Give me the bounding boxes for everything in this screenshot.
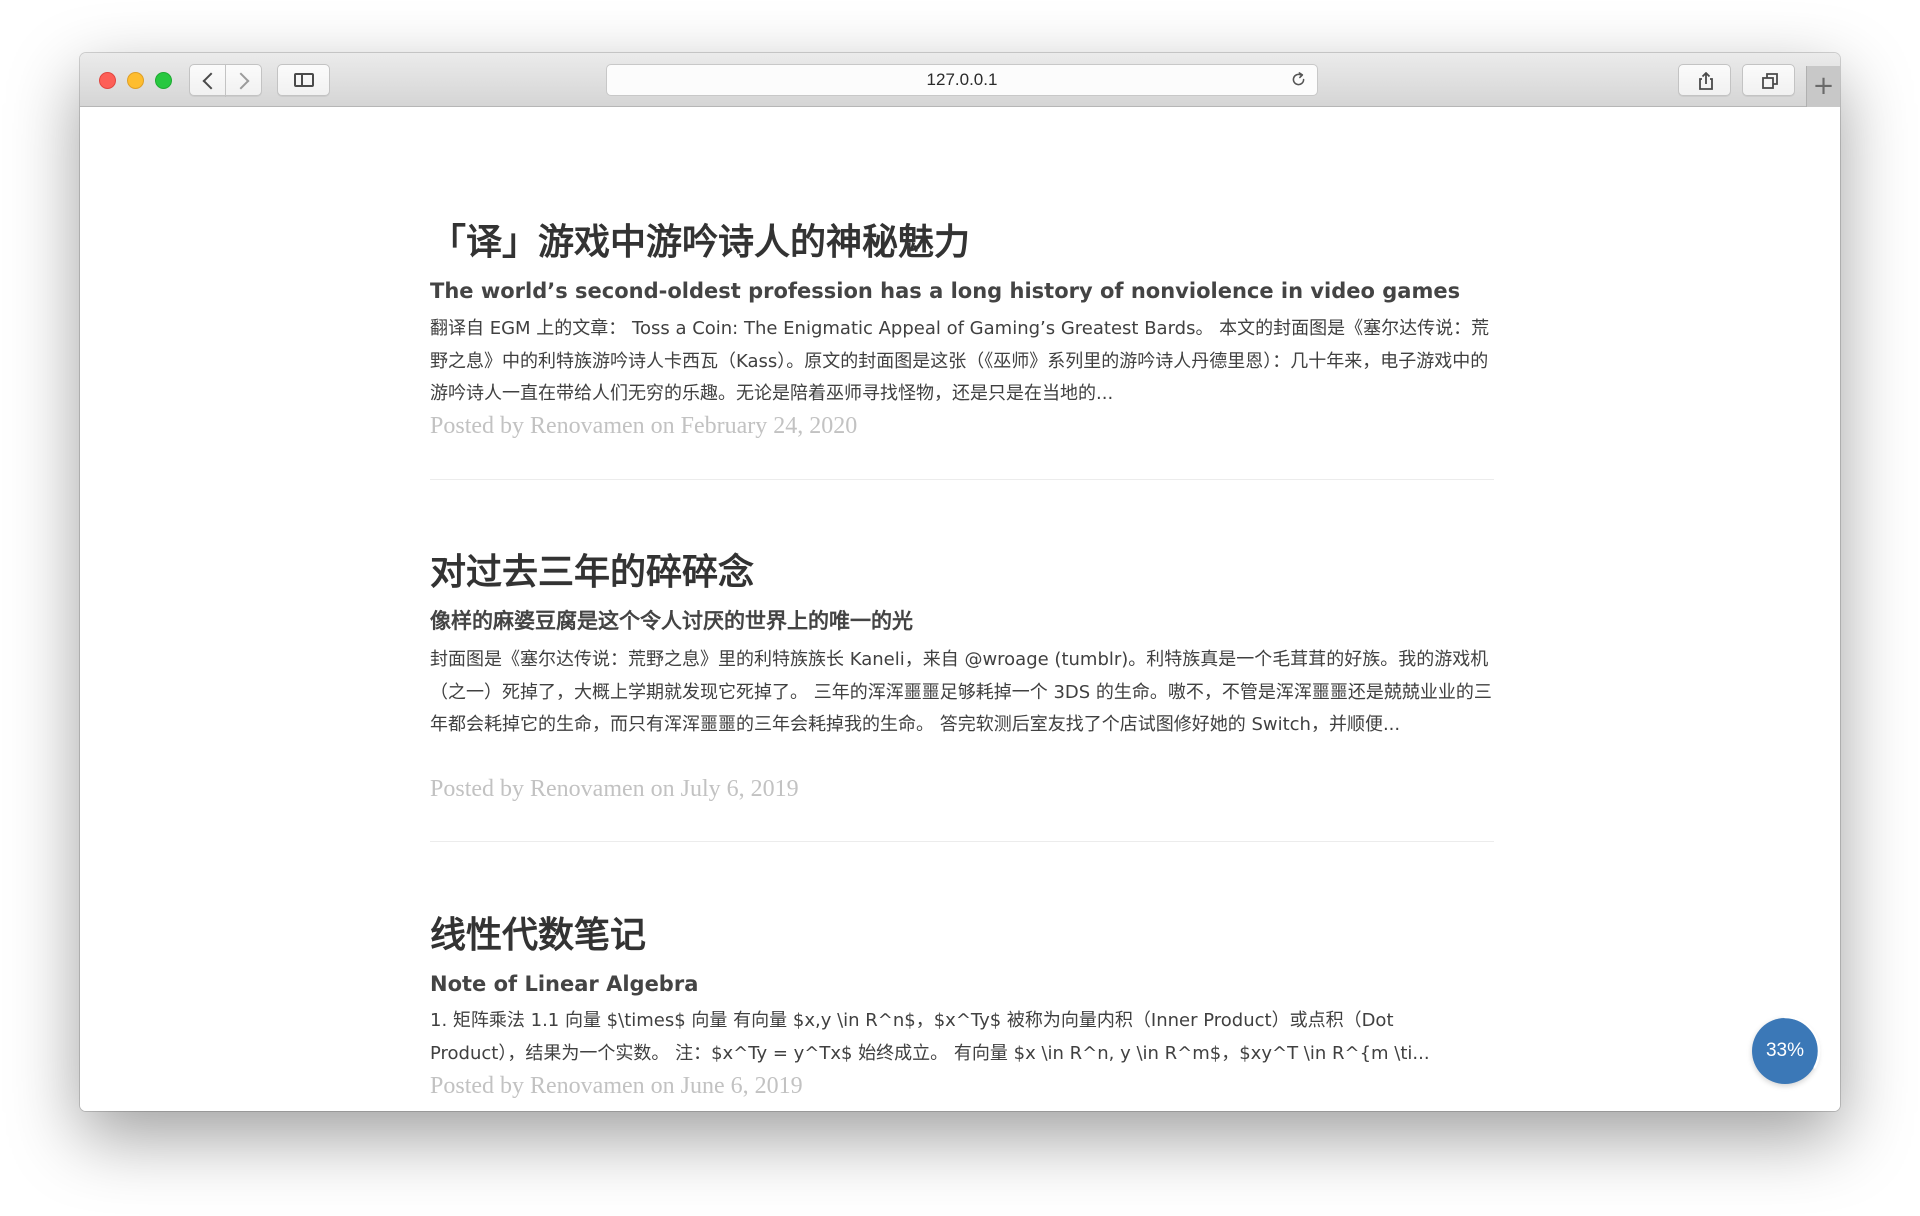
- reading-progress-button[interactable]: 33%: [1749, 1015, 1821, 1087]
- chevron-left-icon: [202, 72, 220, 90]
- progress-ring: [1749, 1015, 1821, 1087]
- new-tab-button[interactable]: +: [1806, 66, 1840, 107]
- desktop-backdrop: 127.0.0.1 + 「译」游戏中游吟诗人的神秘魅力 The world’s …: [0, 0, 1920, 1216]
- share-button[interactable]: [1678, 64, 1731, 96]
- chevron-right-icon: [232, 72, 250, 90]
- post-subtitle[interactable]: The world’s second-oldest profession has…: [430, 276, 1460, 306]
- forward-button[interactable]: [225, 64, 262, 96]
- browser-window: 127.0.0.1 + 「译」游戏中游吟诗人的神秘魅力 The world’s …: [80, 53, 1840, 1111]
- browser-toolbar: 127.0.0.1 +: [80, 53, 1840, 107]
- address-bar[interactable]: 127.0.0.1: [606, 64, 1318, 96]
- post-meta: Posted by Renovamen on July 6, 2019: [430, 776, 799, 802]
- post-excerpt: 翻译自 EGM 上的文章： Toss a Coin: The Enigmatic…: [430, 318, 1490, 404]
- share-icon: [1699, 72, 1713, 90]
- minimize-window-button[interactable]: [127, 72, 144, 89]
- page-content: 「译」游戏中游吟诗人的神秘魅力 The world’s second-oldes…: [80, 107, 1840, 1111]
- close-window-button[interactable]: [99, 72, 116, 89]
- post-subtitle[interactable]: Note of Linear Algebra: [430, 969, 698, 999]
- sidebar-icon: [294, 73, 314, 87]
- post-title[interactable]: 线性代数笔记: [430, 914, 646, 958]
- post-title[interactable]: 对过去三年的碎碎念: [430, 551, 754, 595]
- post-excerpt: 封面图是《塞尔达传说：荒野之息》里的利特族族长 Kaneli，来自 @wroag…: [430, 649, 1492, 735]
- back-button[interactable]: [189, 64, 226, 96]
- tab-overview-button[interactable]: [1742, 64, 1795, 96]
- sidebar-toggle-button[interactable]: [277, 64, 330, 96]
- post-meta: Posted by Renovamen on June 6, 2019: [430, 1073, 803, 1099]
- post-subtitle[interactable]: 像样的麻婆豆腐是这个令人讨厌的世界上的唯一的光: [430, 606, 913, 636]
- post-divider: [430, 479, 1494, 480]
- post-divider: [430, 841, 1494, 842]
- post-meta: Posted by Renovamen on February 24, 2020: [430, 413, 858, 439]
- reload-icon[interactable]: [1290, 71, 1307, 88]
- tabs-icon: [1762, 73, 1778, 89]
- address-url: 127.0.0.1: [926, 70, 998, 89]
- post-title[interactable]: 「译」游戏中游吟诗人的神秘魅力: [430, 221, 970, 265]
- post-excerpt: 1. 矩阵乘法 1.1 向量 $\times$ 向量 有向量 $x,y \in …: [430, 1010, 1430, 1064]
- zoom-window-button[interactable]: [155, 72, 172, 89]
